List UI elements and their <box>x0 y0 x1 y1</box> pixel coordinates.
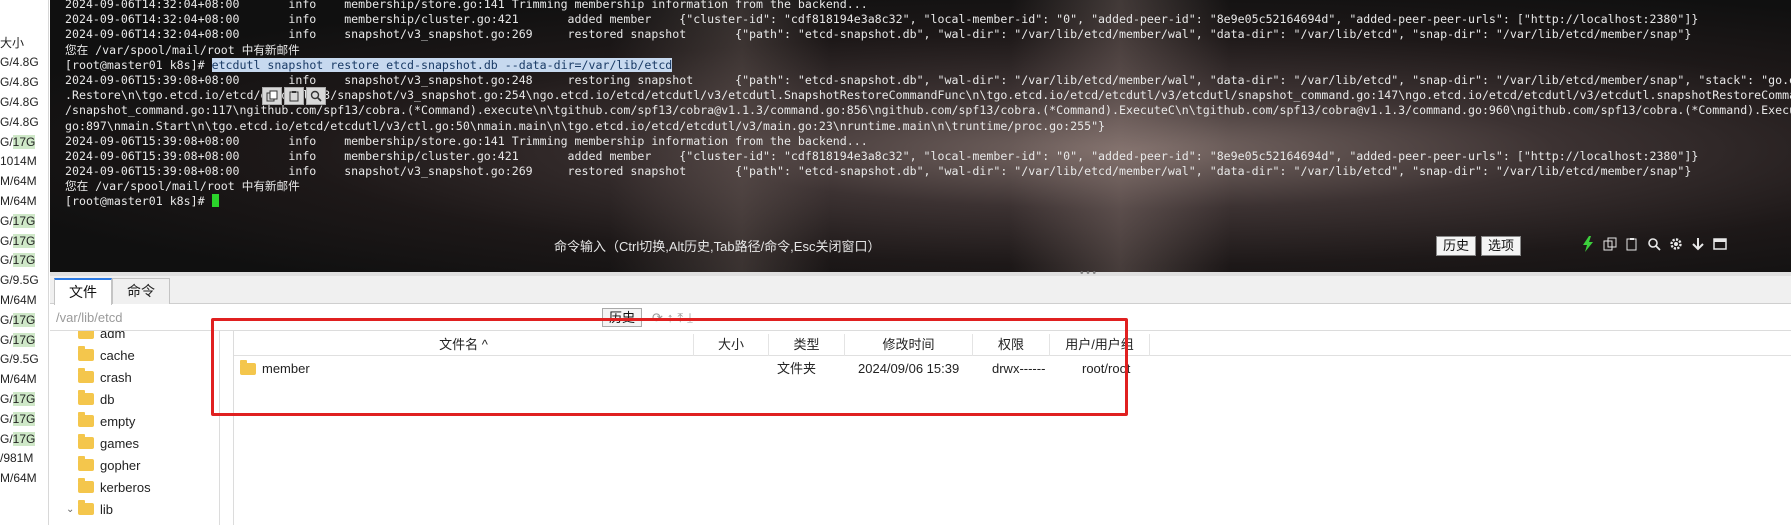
size-cell <box>0 14 48 32</box>
tree-item-label: cache <box>100 347 135 363</box>
shell-prompt: [root@master01 k8s]# <box>65 57 212 72</box>
terminal-line: 2024-09-06T14:32:04+08:00 info membershi… <box>65 12 1699 27</box>
tree-item-adm[interactable]: adm <box>66 331 125 344</box>
size-cell: G/17G <box>0 312 36 327</box>
chevron-down-icon[interactable]: ⌄ <box>66 504 78 515</box>
folder-icon <box>78 434 94 449</box>
directory-tree: adm cache crash db empty games gopher kerberos ⌄… <box>50 331 220 525</box>
search-icon[interactable] <box>1646 236 1662 252</box>
tree-item-label: gopher <box>100 457 141 473</box>
paste-icon[interactable] <box>1624 236 1640 252</box>
lightning-icon[interactable] <box>1580 236 1596 252</box>
terminal-line: 2024-09-06T14:32:04+08:00 info snapshot/… <box>65 27 1692 42</box>
copy-icon[interactable] <box>262 87 282 105</box>
tree-item-label: adm <box>100 331 126 341</box>
arrow-down-icon[interactable] <box>1690 236 1706 252</box>
window-icon[interactable] <box>1712 236 1728 252</box>
terminal-line: 2024-09-06T14:32:04+08:00 info membershi… <box>65 0 868 11</box>
terminal-line: 2024-09-06T15:39:08+08:00 info snapshot/… <box>65 72 1791 87</box>
size-cell: G/17G <box>0 431 36 446</box>
gear-icon[interactable] <box>1668 236 1684 252</box>
size-cell: M/64M <box>0 293 37 307</box>
terminal-panel[interactable]: 2024-09-06T14:32:04+08:00 info membershi… <box>50 0 1791 272</box>
paste-icon[interactable] <box>284 87 304 105</box>
bottom-tab-bar: 文件 命令 <box>50 276 1791 305</box>
size-cell: G/17G <box>0 411 36 426</box>
size-cell: G/9.5G <box>0 352 39 367</box>
terminal-line: go:897\nmain.Start\n\tgo.etcd.io/etcd/et… <box>65 118 1106 133</box>
tree-item-label: crash <box>100 369 132 385</box>
terminal-line: 2024-09-06T15:39:08+08:00 info membershi… <box>65 148 1699 163</box>
size-cell: G/17G <box>0 392 36 406</box>
size-cell: G/17G <box>0 332 36 347</box>
size-cell: G/4.8G <box>0 95 39 109</box>
terminal-line: /snapshot_command.go:117\ngithub.com/spf… <box>65 103 1791 118</box>
size-cell: M/64M <box>0 372 37 387</box>
terminal-line: [root@master01 k8s]# <box>65 194 1791 209</box>
tab-commands[interactable]: 命令 <box>112 278 170 304</box>
size-cell: G/17G <box>0 233 36 248</box>
command-input-hint[interactable]: 命令输入（Ctrl切换,Alt历史,Tab路径/命令,Esc关闭窗口） <box>554 236 880 255</box>
shell-prompt: [root@master01 k8s]# <box>65 194 212 209</box>
size-cell: 1014M <box>0 154 37 169</box>
tree-item-label: games <box>100 435 140 451</box>
folder-icon <box>78 478 94 493</box>
copy-icon[interactable] <box>1602 236 1618 252</box>
terminal-line: 您在 /var/spool/mail/root 中有新邮件 <box>65 42 300 57</box>
options-button[interactable]: 选项 <box>1481 236 1522 256</box>
tree-item-label: empty <box>100 413 136 429</box>
tree-item-empty[interactable]: empty <box>66 410 135 432</box>
size-cell: G/17G <box>0 134 36 149</box>
folder-icon <box>78 456 94 471</box>
terminal-toolbar <box>1580 236 1728 252</box>
size-cell: G/17G <box>0 213 36 228</box>
terminal-line: 您在 /var/spool/mail/root 中有新邮件 <box>65 179 300 194</box>
tree-item-crash[interactable]: crash <box>66 366 132 388</box>
size-cell: M/64M <box>0 174 37 189</box>
terminal-line: 2024-09-06T15:39:08+08:00 info snapshot/… <box>65 164 1692 179</box>
tree-item-games[interactable]: games <box>66 432 139 454</box>
tab-files[interactable]: 文件 <box>54 278 112 305</box>
annotation-highlight-box <box>211 318 1128 416</box>
size-cell: G/17G <box>0 253 36 268</box>
folder-icon <box>78 346 94 361</box>
folder-icon <box>78 390 94 405</box>
size-cell: M/64M <box>0 194 37 208</box>
terminal-cursor <box>211 194 219 208</box>
size-cell: 大小 <box>0 35 25 50</box>
size-cell: M/64M <box>0 471 37 486</box>
size-cell: /981M <box>0 451 34 466</box>
search-icon[interactable] <box>306 87 326 105</box>
folder-icon <box>78 331 94 339</box>
size-column: 大小 G/4.8G G/4.8G G/4.8G G/4.8G G/17G 1014M M/64… <box>0 0 49 525</box>
folder-icon <box>78 368 94 383</box>
current-path-input[interactable]: /var/lib/etcd <box>56 310 122 325</box>
tree-item-cache[interactable]: cache <box>66 344 135 366</box>
selection-mini-toolbar <box>262 87 326 105</box>
size-cell <box>0 0 48 12</box>
terminal-line: [root@master01 k8s]# etcdutl snapshot re… <box>65 57 1791 73</box>
tree-item-label: db <box>100 391 115 407</box>
folder-icon <box>78 412 94 427</box>
tree-item-gopher[interactable]: gopher <box>66 454 140 476</box>
tree-item-label: kerberos <box>100 479 151 495</box>
terminal-line: 2024-09-06T15:39:08+08:00 info membershi… <box>65 133 868 148</box>
size-cell: G/4.8G <box>0 55 39 70</box>
size-cell: G/4.8G <box>0 114 39 129</box>
tree-item-label: lib <box>100 501 114 517</box>
tree-item-db[interactable]: db <box>66 388 114 410</box>
size-cell: G/4.8G <box>0 75 39 90</box>
selected-command: etcdutl snapshot restore etcd-snapshot.d… <box>211 57 673 72</box>
tree-item-kerberos[interactable]: kerberos <box>66 476 151 498</box>
history-button[interactable]: 历史 <box>1436 236 1477 256</box>
tree-item-lib[interactable]: ⌄ lib <box>66 498 113 520</box>
folder-icon <box>78 500 94 515</box>
size-cell: G/9.5G <box>0 273 39 288</box>
